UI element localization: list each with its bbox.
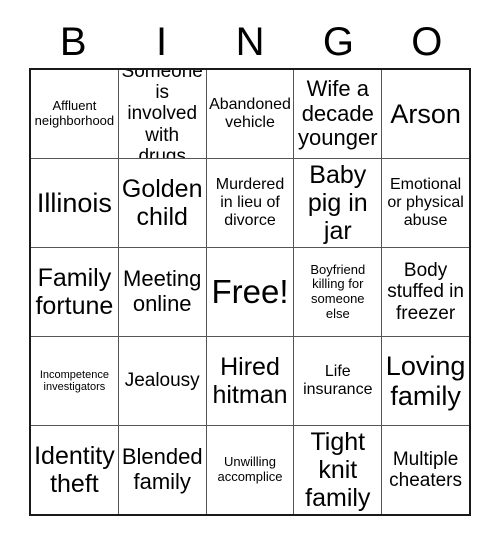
bingo-row: Affluent neighborhood Someone is involve…	[31, 70, 469, 158]
bingo-cell[interactable]: Emotional or physical abuse	[381, 159, 469, 247]
bingo-row: Illinois Golden child Murdered in lieu o…	[31, 158, 469, 247]
bingo-cell[interactable]: Loving family	[381, 337, 469, 425]
bingo-cell[interactable]: Arson	[381, 70, 469, 158]
bingo-row: Incompetence investigators Jealousy Hire…	[31, 336, 469, 425]
header-letter-n: N	[235, 20, 265, 64]
bingo-cell[interactable]: Illinois	[31, 159, 118, 247]
bingo-cell[interactable]: Unwilling accomplice	[205, 426, 294, 514]
bingo-row: Family fortune Meeting online Free! Boyf…	[31, 247, 469, 336]
bingo-cell[interactable]: Wife a decade younger	[293, 70, 381, 158]
bingo-row: Identity theft Blended family Unwilling …	[31, 425, 469, 514]
bingo-cell[interactable]: Blended family	[117, 426, 206, 514]
bingo-cell[interactable]: Golden child	[117, 159, 206, 247]
header-letter-i: I	[156, 20, 168, 64]
bingo-cell[interactable]: Meeting online	[117, 248, 206, 336]
bingo-cell[interactable]: Body stuffed in freezer	[381, 248, 469, 336]
header-letter-g: G	[322, 20, 354, 64]
bingo-cell[interactable]: Life insurance	[293, 337, 381, 425]
bingo-grid: Affluent neighborhood Someone is involve…	[29, 68, 471, 516]
bingo-cell[interactable]: Baby pig in jar	[293, 159, 381, 247]
bingo-cell[interactable]: Murdered in lieu of divorce	[205, 159, 294, 247]
header-letter-b: B	[59, 20, 87, 64]
bingo-free-space[interactable]: Free!	[205, 248, 294, 336]
bingo-cell[interactable]: Abandoned vehicle	[205, 70, 294, 158]
bingo-cell[interactable]: Identity theft	[31, 426, 118, 514]
bingo-cell[interactable]: Jealousy	[117, 337, 206, 425]
bingo-cell[interactable]: Hired hitman	[205, 337, 294, 425]
bingo-cell[interactable]: Tight knit family	[293, 426, 381, 514]
header-letter-o: O	[411, 20, 443, 64]
bingo-cell[interactable]: Affluent neighborhood	[31, 70, 118, 158]
bingo-cell[interactable]: Boyfriend killing for someone else	[293, 248, 381, 336]
bingo-header: B I N G O	[29, 18, 471, 66]
bingo-cell[interactable]: Family fortune	[31, 248, 118, 336]
bingo-cell[interactable]: Incompetence investigators	[31, 337, 118, 425]
bingo-cell[interactable]: Someone is involved with drugs	[117, 70, 206, 158]
bingo-card: B I N G O Affluent neighborhood Someone …	[0, 0, 500, 544]
bingo-cell[interactable]: Multiple cheaters	[381, 426, 469, 514]
